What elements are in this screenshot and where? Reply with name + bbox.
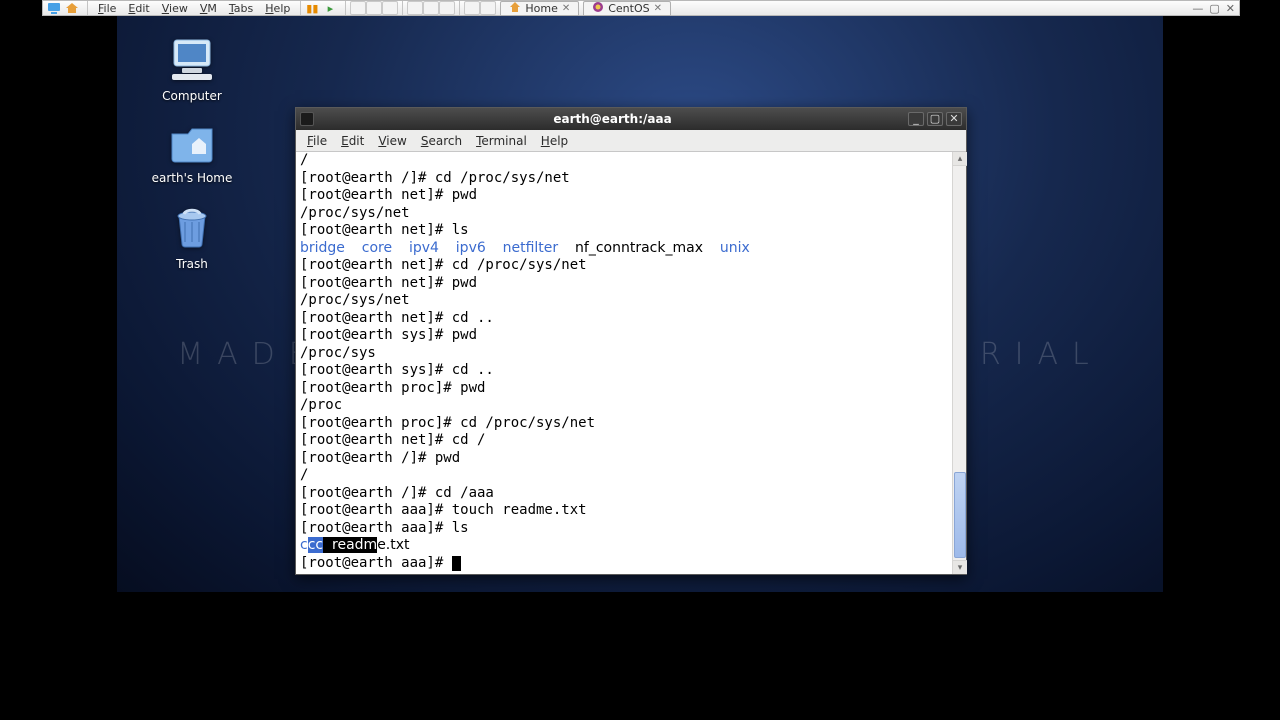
scroll-thumb[interactable]: [954, 472, 966, 558]
term-menu-file[interactable]: File: [300, 134, 334, 148]
term-menu-view[interactable]: View: [371, 134, 413, 148]
terminal-icon: [300, 112, 314, 126]
terminal-output[interactable]: / [root@earth /]# cd /proc/sys/net [root…: [296, 152, 966, 574]
guest-desktop[interactable]: TechSmith® MADE WITH CAMTASIA FREE TRIAL…: [117, 16, 1163, 592]
toolbar-button[interactable]: [382, 1, 398, 15]
vm-menu-tabs[interactable]: Tabs: [223, 2, 259, 15]
vm-tab-home[interactable]: Home✕: [500, 1, 579, 16]
trash-icon: [169, 204, 215, 250]
scroll-down-icon[interactable]: ▾: [953, 560, 967, 574]
vm-tab-centos[interactable]: CentOS✕: [583, 1, 671, 16]
close-icon[interactable]: ✕: [1226, 2, 1235, 15]
vm-menu-view[interactable]: View: [156, 2, 194, 15]
home-icon: [509, 1, 521, 16]
separator: [459, 1, 460, 15]
desktop-icon-computer[interactable]: Computer: [147, 36, 237, 103]
centos-icon: [592, 1, 604, 16]
terminal-scrollbar[interactable]: ▴ ▾: [952, 152, 966, 574]
pause-icon[interactable]: ▮▮: [305, 1, 319, 15]
term-menu-search[interactable]: Search: [414, 134, 469, 148]
term-menu-edit[interactable]: Edit: [334, 134, 371, 148]
play-icon[interactable]: ▸: [323, 1, 337, 15]
toolbar-button[interactable]: [464, 1, 480, 15]
maximize-icon[interactable]: ▢: [1209, 2, 1219, 15]
term-menu-help[interactable]: Help: [534, 134, 575, 148]
vm-menu-file[interactable]: File: [92, 2, 122, 15]
vm-menu-help[interactable]: Help: [259, 2, 296, 15]
vm-host-toolbar: FileEditViewVMTabsHelp ▮▮ ▸ Home✕ CentOS✕…: [42, 0, 1240, 16]
toolbar-button[interactable]: [350, 1, 366, 15]
icon-label: earth's Home: [147, 171, 237, 185]
icon-label: Computer: [147, 89, 237, 103]
maximize-button[interactable]: ▢: [927, 112, 943, 126]
close-icon[interactable]: ✕: [562, 3, 570, 14]
computer-icon: [167, 36, 217, 82]
folder-home-icon: [167, 120, 217, 164]
vm-menu-edit[interactable]: Edit: [122, 2, 155, 15]
toolbar-button[interactable]: [439, 1, 455, 15]
minimize-button[interactable]: _: [908, 112, 924, 126]
term-menu-terminal[interactable]: Terminal: [469, 134, 534, 148]
terminal-cursor: [452, 556, 461, 571]
separator: [300, 1, 301, 15]
window-controls: — ▢ ✕: [1192, 2, 1235, 15]
vm-menu-vm[interactable]: VM: [194, 2, 223, 15]
scroll-up-icon[interactable]: ▴: [953, 152, 967, 166]
toolbar-button[interactable]: [423, 1, 439, 15]
home-toolbar-icon[interactable]: [65, 1, 79, 15]
minimize-icon[interactable]: —: [1192, 2, 1203, 15]
icon-label: Trash: [147, 257, 237, 271]
separator: [402, 1, 403, 15]
terminal-menubar: FileEditViewSearchTerminalHelp: [296, 130, 966, 152]
terminal-title: earth@earth:/aaa: [320, 112, 905, 126]
terminal-window: earth@earth:/aaa _ ▢ ✕ FileEditViewSearc…: [295, 107, 967, 575]
desktop-icon-home[interactable]: earth's Home: [147, 120, 237, 185]
separator: [345, 1, 346, 15]
terminal-titlebar[interactable]: earth@earth:/aaa _ ▢ ✕: [296, 108, 966, 130]
separator: [87, 1, 88, 15]
workstation-icon: [47, 1, 61, 15]
toolbar-button[interactable]: [407, 1, 423, 15]
close-icon[interactable]: ✕: [654, 3, 662, 14]
toolbar-button[interactable]: [366, 1, 382, 15]
desktop-icon-trash[interactable]: Trash: [147, 204, 237, 271]
toolbar-button[interactable]: [480, 1, 496, 15]
close-button[interactable]: ✕: [946, 112, 962, 126]
